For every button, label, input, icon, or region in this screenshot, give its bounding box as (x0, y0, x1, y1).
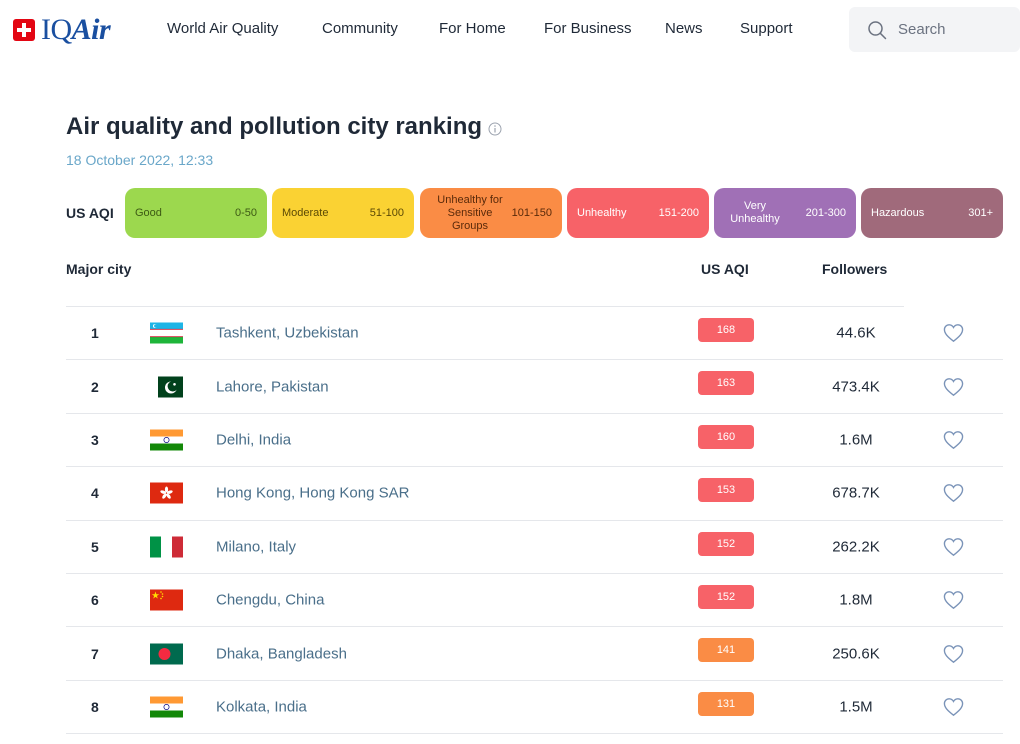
column-header-city: Major city (66, 261, 132, 277)
aqi-badge: 168 (698, 318, 754, 342)
city-link[interactable]: Dhaka, Bangladesh (216, 645, 347, 662)
search-icon (868, 20, 887, 39)
followers-count: 262.2K (832, 538, 880, 556)
table-row[interactable]: 4 Hong Kong, Hong Kong SAR 153 678.7K (66, 467, 1003, 521)
nav-for-business[interactable]: For Business (544, 20, 665, 37)
page-title-text: Air quality and pollution city ranking (66, 113, 483, 140)
swiss-cross-icon (13, 19, 35, 41)
aqi-level-range: 101-150 (511, 206, 552, 219)
nav-world-air-quality[interactable]: World Air Quality (167, 20, 322, 37)
city-link[interactable]: Lahore, Pakistan (216, 378, 329, 395)
city-link[interactable]: Tashkent, Uzbekistan (216, 325, 359, 342)
city-ranking-table: 1 Tashkent, Uzbekistan 168 44.6K 2 Lahore, Pa… (66, 307, 1003, 735)
table-row[interactable]: 1 Tashkent, Uzbekistan 168 44.6K (66, 307, 1003, 361)
aqi-level-moderate: Moderate 51-100 (272, 188, 414, 238)
aqi-badge: 152 (698, 531, 754, 556)
aqi-level-name: Unhealthy for Sensitive Groups (437, 193, 503, 232)
aqi-level-name: Unhealthy (577, 206, 627, 219)
heart-icon[interactable] (943, 697, 964, 717)
aqi-level-very-unhealthy: Very Unhealthy 201-300 (714, 188, 856, 238)
rank-number: 5 (91, 538, 99, 555)
city-link[interactable]: Hong Kong, Hong Kong SAR (216, 485, 409, 502)
rank-number: 6 (91, 592, 99, 609)
followers-count: 1.6M (839, 431, 873, 449)
rank-number: 7 (91, 645, 99, 662)
rank-number: 1 (91, 325, 99, 342)
page-title: Air quality and pollution city ranking (66, 113, 502, 141)
followers-count: 44.6K (836, 324, 876, 342)
aqi-badge: 141 (698, 638, 754, 663)
followers-count: 250.6K (832, 645, 880, 663)
heart-icon[interactable] (943, 324, 964, 343)
hk-flag (150, 482, 183, 504)
city-link[interactable]: Delhi, India (216, 431, 291, 448)
aqi-level-range: 51-100 (369, 206, 404, 219)
aqi-level-name: Hazardous (871, 206, 925, 219)
followers-count: 678.7K (832, 484, 880, 502)
aqi-level-range: 301+ (968, 206, 993, 219)
cn-flag (150, 589, 183, 611)
heart-icon[interactable] (943, 484, 964, 503)
top-navigation-bar: IQAir World Air Quality Community For Ho… (0, 0, 1020, 60)
aqi-level-name: Very Unhealthy (730, 200, 780, 225)
aqi-badge: 153 (698, 478, 754, 503)
rank-number: 3 (91, 431, 99, 448)
aqi-level-name: Good (135, 206, 162, 219)
info-icon[interactable] (488, 122, 502, 136)
aqi-level-range: 151-200 (658, 206, 699, 219)
rank-number: 4 (91, 485, 99, 502)
column-header-followers[interactable]: Followers (822, 261, 887, 277)
nav-community[interactable]: Community (322, 20, 439, 37)
column-header-aqi[interactable]: US AQI (701, 261, 749, 277)
in-flag (150, 429, 183, 451)
table-row[interactable]: 8 Kolkata, India 131 1.5M (66, 681, 1003, 735)
followers-count: 473.4K (832, 378, 880, 396)
nav-for-home[interactable]: For Home (439, 20, 544, 37)
aqi-level-name: Moderate (282, 206, 329, 219)
heart-icon[interactable] (943, 644, 964, 663)
aqi-badge: 160 (698, 424, 754, 449)
table-row[interactable]: 7 Dhaka, Bangladesh 141 250.6K (66, 627, 1003, 681)
main-nav: World Air Quality Community For Home For… (167, 20, 810, 37)
aqi-level-range: 0-50 (234, 206, 257, 219)
pk-flag (150, 376, 183, 398)
bd-flag (150, 643, 183, 665)
search-placeholder: Search (898, 21, 946, 38)
aqi-badge: 131 (698, 691, 754, 716)
aqi-badge: 152 (698, 584, 754, 609)
table-row[interactable]: 2 Lahore, Pakistan 163 473.4K (66, 360, 1003, 414)
logo-text-prefix: IQ (41, 13, 72, 46)
aqi-level-unhealthy: Unhealthy 151-200 (567, 188, 709, 238)
heart-icon[interactable] (943, 537, 964, 556)
followers-count: 1.8M (839, 591, 873, 609)
city-link[interactable]: Kolkata, India (216, 698, 307, 715)
city-link[interactable]: Milano, Italy (216, 538, 296, 555)
rank-number: 2 (91, 378, 99, 395)
uz-flag (150, 322, 183, 344)
in-flag (150, 696, 183, 718)
aqi-level-range: 201-300 (805, 206, 846, 219)
table-row[interactable]: 5 Milano, Italy 152 262.2K (66, 521, 1003, 574)
followers-count: 1.5M (839, 698, 873, 716)
aqi-level-good: Good 0-50 (125, 188, 267, 238)
heart-icon[interactable] (943, 377, 964, 396)
search-box[interactable]: Search (849, 7, 1020, 52)
aqi-badge: 163 (698, 371, 754, 396)
rank-number: 8 (91, 698, 99, 715)
aqi-level-hazardous: Hazardous 301+ (861, 188, 1003, 238)
heart-icon[interactable] (943, 430, 964, 450)
it-flag (150, 536, 183, 558)
city-link[interactable]: Chengdu, China (216, 592, 324, 609)
heart-icon[interactable] (943, 591, 964, 610)
logo-text-suffix: Air (71, 13, 111, 46)
aqi-scale-label: US AQI (66, 205, 114, 221)
nav-news[interactable]: News (665, 20, 740, 37)
table-row[interactable]: 6 Chengdu, China 152 1.8M (66, 574, 1003, 628)
ranking-timestamp: 18 October 2022, 12:33 (66, 152, 214, 168)
nav-support[interactable]: Support (740, 20, 810, 37)
iqair-logo[interactable]: IQAir (13, 13, 111, 46)
table-row[interactable]: 3 Delhi, India 160 1.6M (66, 414, 1003, 468)
aqi-level-unhealthy-sensitive: Unhealthy for Sensitive Groups 101-150 (420, 188, 562, 238)
